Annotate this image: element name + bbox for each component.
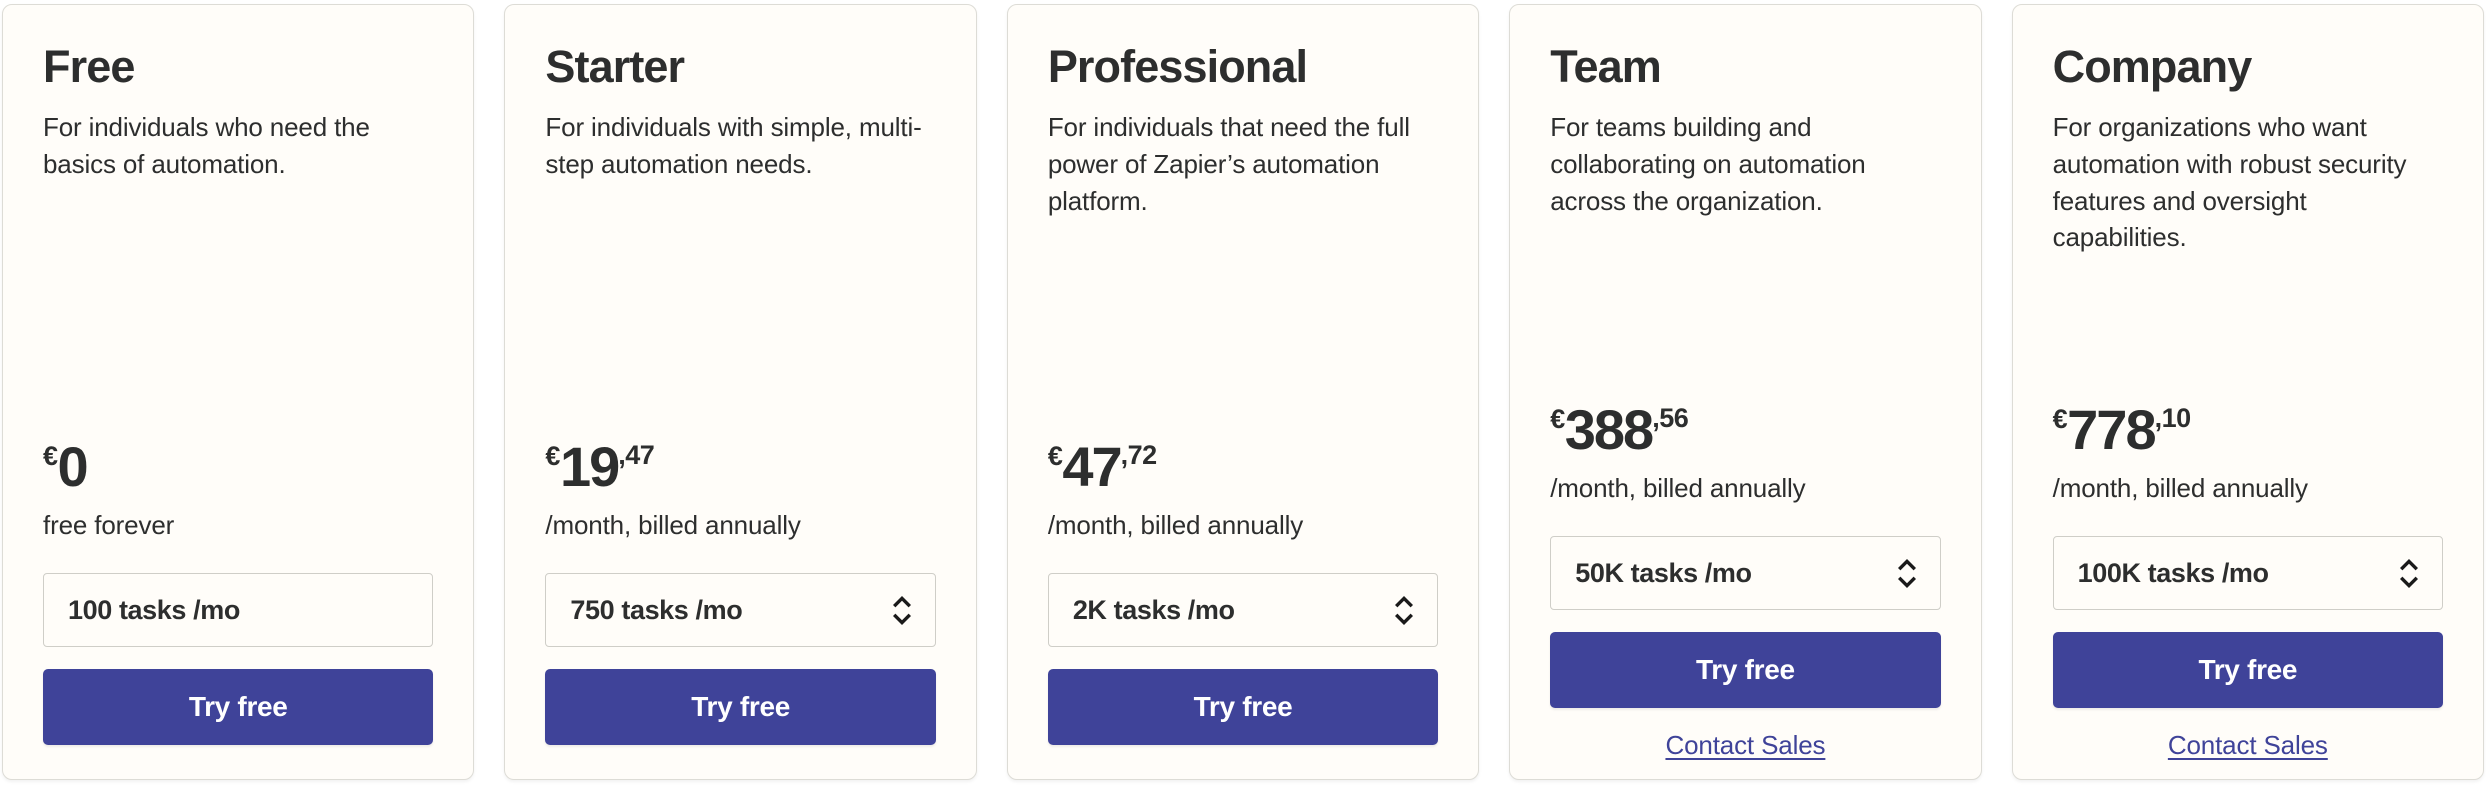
plan-description: For individuals that need the full power… — [1047, 111, 1410, 216]
price-amount: 47 — [1062, 435, 1122, 499]
plan-card: Team For teams building and collaboratin… — [1509, 4, 1982, 780]
chevron-up-down-icon[interactable] — [1896, 558, 1918, 588]
chevron-up-down-icon[interactable] — [1393, 595, 1415, 625]
card-footer-spacer — [2053, 761, 2443, 779]
chevron-up-down-icon[interactable] — [2398, 558, 2420, 588]
card-footer-spacer — [43, 745, 433, 779]
price-amount: 19 — [559, 435, 620, 499]
try-free-button[interactable]: Try free — [1550, 632, 1941, 708]
task-volume-select[interactable]: 2K tasks /mo — [1047, 573, 1439, 647]
task-volume-value: 750 tasks /mo — [570, 594, 743, 625]
task-volume-value: 50K tasks /mo — [1575, 557, 1752, 588]
price-currency-symbol: € — [545, 441, 560, 472]
plan-title: Professional — [1047, 41, 1308, 92]
plan-price: € 778 ,10 — [2053, 402, 2443, 458]
price-block: € 778 ,10 /month, billed annually 100K t… — [2052, 378, 2444, 779]
chevron-up-down-icon[interactable] — [891, 595, 913, 625]
price-cents: ,56 — [1652, 403, 1689, 434]
card-footer-spacer — [1048, 745, 1438, 779]
plan-card: Free For individuals who need the basics… — [2, 4, 475, 780]
price-block: € 19 ,47 /month, billed annually 750 tas… — [545, 415, 936, 779]
task-volume-select[interactable]: 750 tasks /mo — [545, 573, 936, 647]
billing-note: /month, billed annually — [1047, 510, 1304, 541]
task-volume-select[interactable]: 100 tasks /mo — [43, 573, 434, 647]
price-cents: ,10 — [2154, 403, 2192, 434]
plan-title: Starter — [545, 41, 685, 92]
card-footer-spacer — [545, 745, 935, 779]
card-footer-spacer — [1550, 761, 1940, 779]
try-free-button[interactable]: Try free — [1047, 669, 1439, 745]
contact-sales-link[interactable]: Contact Sales — [1550, 730, 1940, 761]
price-cents: ,47 — [618, 440, 655, 471]
price-block: € 47 ,72 /month, billed annually 2K task… — [1047, 415, 1439, 779]
plan-title: Team — [1550, 41, 1662, 92]
plan-price: € 47 ,72 — [1048, 439, 1438, 495]
price-amount: 0 — [57, 435, 89, 499]
billing-note: /month, billed annually — [1550, 473, 1806, 504]
price-currency-symbol: € — [43, 441, 58, 472]
try-free-button[interactable]: Try free — [2052, 632, 2444, 708]
billing-note: /month, billed annually — [545, 510, 801, 541]
price-block: € 388 ,56 /month, billed annually 50K ta… — [1550, 378, 1941, 779]
plan-description: For individuals who need the basics of a… — [43, 111, 370, 179]
price-currency-symbol: € — [2052, 404, 2068, 435]
plan-description: For organizations who want automation wi… — [2052, 111, 2407, 253]
task-volume-select[interactable]: 50K tasks /mo — [1550, 536, 1941, 610]
billing-note: free forever — [43, 510, 175, 541]
plan-card: Professional For individuals that need t… — [1006, 4, 1480, 780]
plan-card: Starter For individuals with simple, mul… — [504, 4, 977, 780]
price-amount: 388 — [1564, 398, 1654, 462]
plan-price: € 0 — [43, 439, 433, 495]
task-volume-value: 100K tasks /mo — [2077, 557, 2269, 588]
price-currency-symbol: € — [1047, 441, 1063, 472]
pricing-plans-grid: Free For individuals who need the basics… — [0, 0, 2486, 788]
try-free-button[interactable]: Try free — [545, 669, 936, 745]
task-volume-select[interactable]: 100K tasks /mo — [2052, 536, 2444, 610]
task-volume-value: 2K tasks /mo — [1072, 594, 1235, 625]
plan-description: For individuals with simple, multi-step … — [545, 111, 922, 179]
contact-sales-link[interactable]: Contact Sales — [2053, 730, 2443, 761]
price-cents: ,72 — [1120, 440, 1158, 471]
plan-title: Company — [2052, 41, 2253, 92]
plan-title: Free — [43, 41, 135, 92]
price-currency-symbol: € — [1550, 404, 1565, 435]
plan-price: € 19 ,47 — [545, 439, 935, 495]
plan-card: Company For organizations who want autom… — [2011, 4, 2485, 780]
plan-description: For teams building and collaborating on … — [1550, 111, 1866, 216]
task-volume-value: 100 tasks /mo — [68, 594, 240, 625]
try-free-button[interactable]: Try free — [43, 669, 434, 745]
billing-note: /month, billed annually — [2052, 473, 2308, 504]
price-amount: 778 — [2067, 398, 2156, 462]
price-block: € 0 free forever 100 tasks /mo Try free — [43, 415, 434, 779]
plan-price: € 388 ,56 — [1550, 402, 1940, 458]
